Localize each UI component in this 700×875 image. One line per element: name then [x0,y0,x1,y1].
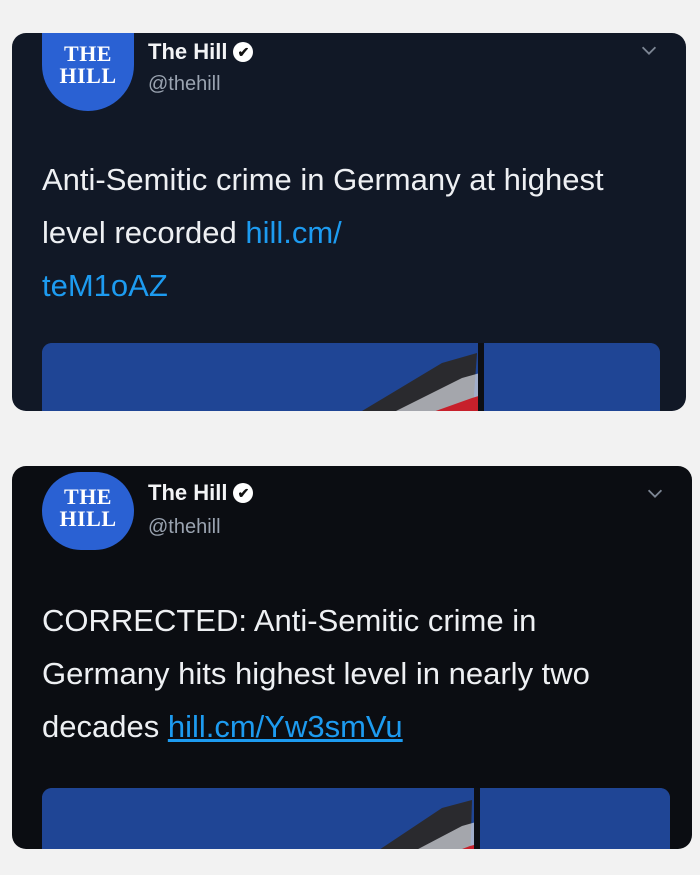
account-name-label: The Hill [148,480,228,505]
verified-badge-icon: ✔ [233,42,254,62]
tweet-media-preview[interactable] [42,788,670,849]
tweet-text: Anti-Semitic crime in Germany at highest… [42,153,652,312]
avatar-logo-line2: HILL [59,63,117,88]
flag-image [42,343,660,411]
flag-image [42,788,670,849]
account-handle[interactable]: @thehill [148,516,221,539]
tweet-card-corrected[interactable]: THE HILL The Hill ✔ @thehill CORRECTED: A… [12,466,692,849]
account-name-label: The Hill [148,39,228,64]
avatar[interactable]: THE HILL [42,472,134,550]
verified-badge-icon: ✔ [233,483,254,503]
avatar-logo-line1: THE [64,41,112,66]
tweet-link-part1: hill.cm/ [245,215,342,250]
avatar-logo-line1: THE [64,484,112,509]
tweet-link-part2: teM1oAZ [42,268,168,303]
chevron-down-icon[interactable] [644,482,666,504]
account-name[interactable]: The Hill ✔ [148,480,254,506]
account-name[interactable]: The Hill ✔ [148,39,254,65]
avatar[interactable]: THE HILL [42,33,134,111]
tweet-card-original[interactable]: THE HILL The Hill ✔ @thehill Anti-Semitic… [12,33,686,411]
tweet-text: CORRECTED: Anti-Semitic crime in Germany… [42,594,652,753]
tweet-link[interactable]: hill.cm/Yw3smVu [168,709,403,744]
tweet-media-preview[interactable] [42,343,660,411]
chevron-down-icon[interactable] [638,39,660,61]
account-handle[interactable]: @thehill [148,73,221,96]
avatar-logo-line2: HILL [59,506,117,531]
